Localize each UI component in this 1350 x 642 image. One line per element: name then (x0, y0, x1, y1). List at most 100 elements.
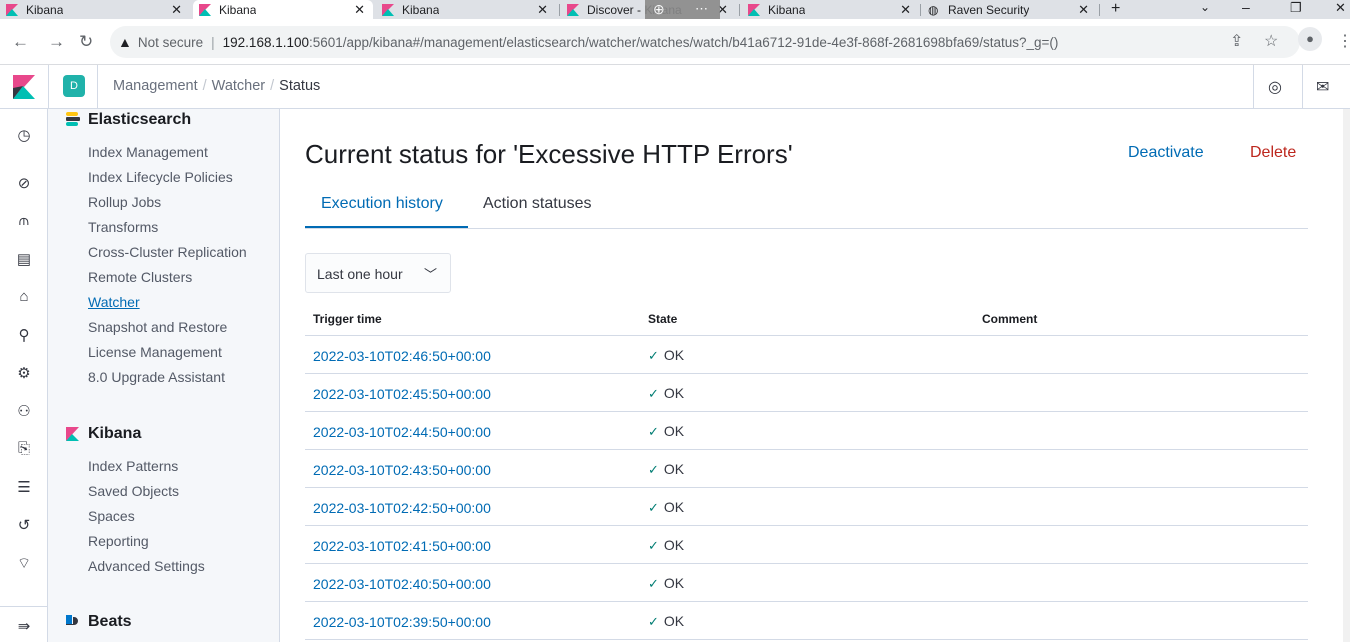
sidebar-item-reporting[interactable]: Reporting (88, 533, 149, 549)
apm-icon[interactable]: ☰ (14, 478, 34, 496)
profile-avatar-icon[interactable]: ● (1298, 27, 1322, 51)
sidebar-item-saved-objects[interactable]: Saved Objects (88, 483, 179, 499)
sidebar-item-watcher[interactable]: Watcher (88, 294, 140, 310)
visualize-chart-icon[interactable]: ⫙ (14, 212, 34, 229)
dashboard-icon[interactable]: ▤ (14, 250, 34, 268)
kibana-logo-icon[interactable] (13, 75, 35, 99)
table-row: 2022-03-10T02:39:50+00:00 ✓ OK (305, 602, 1308, 640)
sidebar-item-upgrade-assistant[interactable]: 8.0 Upgrade Assistant (88, 369, 225, 385)
trigger-time-link[interactable]: 2022-03-10T02:40:50+00:00 (313, 576, 491, 592)
infrastructure-icon[interactable]: ⚇ (14, 402, 34, 420)
column-header-trigger-time[interactable]: Trigger time (313, 312, 382, 326)
space-avatar[interactable]: D (63, 75, 85, 97)
bookmark-star-icon[interactable]: ☆ (1264, 31, 1278, 51)
close-tab-icon[interactable]: ✕ (171, 2, 182, 18)
sidebar-item-index-lifecycle-policies[interactable]: Index Lifecycle Policies (88, 169, 233, 185)
close-tab-icon[interactable]: ✕ (900, 2, 911, 18)
header-divider (97, 65, 98, 109)
trigger-time-link[interactable]: 2022-03-10T02:46:50+00:00 (313, 348, 491, 364)
forward-icon[interactable]: → (48, 32, 65, 52)
close-window-icon[interactable]: ✕ (1335, 0, 1346, 16)
browser-tab[interactable]: Kibana ✕ (0, 0, 190, 19)
trigger-time-link[interactable]: 2022-03-10T02:43:50+00:00 (313, 462, 491, 478)
table-row: 2022-03-10T02:44:50+00:00 ✓ OK (305, 412, 1308, 450)
breadcrumb: Management / Watcher / Status (113, 78, 321, 94)
sidebar-item-advanced-settings[interactable]: Advanced Settings (88, 558, 205, 574)
trigger-time-link[interactable]: 2022-03-10T02:42:50+00:00 (313, 500, 491, 516)
minimize-icon[interactable]: – (1242, 0, 1250, 15)
url-divider: | (211, 34, 215, 50)
recently-viewed-clock-icon[interactable]: ◷ (14, 126, 34, 144)
kibana-favicon-icon (199, 3, 211, 16)
tab-search-icon[interactable]: ⌄ (1200, 0, 1210, 14)
more-icon: ⋯ (695, 1, 708, 16)
help-icon[interactable]: ◎ (1268, 77, 1282, 97)
share-icon[interactable]: ⇪ (1230, 31, 1243, 51)
sidebar-item-snapshot-and-restore[interactable]: Snapshot and Restore (88, 319, 227, 335)
discover-compass-icon[interactable]: ⊘ (14, 174, 34, 192)
state-value: OK (663, 385, 685, 401)
state-cell: ✓ OK (648, 461, 684, 478)
browser-tab-title: Kibana (768, 2, 806, 17)
collapse-nav-icon[interactable]: ⇛ (14, 617, 34, 635)
sidebar-item-index-patterns[interactable]: Index Patterns (88, 458, 178, 474)
breadcrumb-management[interactable]: Management (113, 78, 198, 94)
sidebar-item-transforms[interactable]: Transforms (88, 219, 158, 235)
time-range-select[interactable]: Last one hour ﹀ (305, 253, 451, 293)
sidebar-item-rollup-jobs[interactable]: Rollup Jobs (88, 194, 161, 210)
newsfeed-mail-icon[interactable]: ✉ (1316, 77, 1329, 97)
kibana-logo-icon (66, 427, 79, 441)
trigger-time-link[interactable]: 2022-03-10T02:45:50+00:00 (313, 386, 491, 402)
back-icon[interactable]: ← (12, 32, 29, 52)
logs-icon[interactable]: ⎘ (14, 440, 34, 457)
maps-icon[interactable]: ⚲ (14, 326, 34, 344)
tab-action-statuses[interactable]: Action statuses (483, 195, 592, 213)
machine-learning-icon[interactable]: ⚙ (14, 364, 34, 382)
canvas-icon[interactable]: ⌂ (14, 288, 34, 305)
browser-tab-strip: Kibana ✕ Kibana ✕ Kibana ✕ Discover - Ki… (0, 0, 1350, 26)
table-row: 2022-03-10T02:45:50+00:00 ✓ OK (305, 374, 1308, 412)
close-tab-icon[interactable]: ✕ (1078, 2, 1089, 18)
warning-icon: ▲ (118, 34, 132, 50)
trigger-time-link[interactable]: 2022-03-10T02:44:50+00:00 (313, 424, 491, 440)
delete-button[interactable]: Delete (1250, 144, 1296, 162)
uptime-icon[interactable]: ↺ (14, 516, 34, 534)
sidebar-item-remote-clusters[interactable]: Remote Clusters (88, 269, 192, 285)
trigger-time-link[interactable]: 2022-03-10T02:39:50+00:00 (313, 614, 491, 630)
browser-tab-active[interactable]: Kibana ✕ (193, 0, 373, 19)
deactivate-button[interactable]: Deactivate (1128, 144, 1204, 162)
close-tab-icon[interactable]: ✕ (354, 2, 365, 18)
check-icon: ✓ (648, 386, 659, 401)
siem-icon[interactable]: ⌔ (14, 554, 34, 573)
breadcrumb-watcher[interactable]: Watcher (212, 78, 265, 94)
trigger-time-link[interactable]: 2022-03-10T02:41:50+00:00 (313, 538, 491, 554)
restore-icon[interactable]: ❐ (1290, 0, 1302, 16)
sidebar-item-spaces[interactable]: Spaces (88, 508, 135, 524)
browser-tab[interactable]: Kibana ✕ (742, 0, 919, 19)
breadcrumb-current: Status (279, 78, 321, 94)
column-header-comment[interactable]: Comment (982, 312, 1037, 326)
state-cell: ✓ OK (648, 385, 684, 402)
kibana-favicon-icon (748, 3, 760, 16)
state-cell: ✓ OK (648, 499, 684, 516)
header-divider (1302, 65, 1303, 109)
reload-icon[interactable]: ↻ (79, 32, 93, 52)
browser-tab[interactable]: Kibana ✕ (376, 0, 556, 19)
page-scrollbar[interactable] (1343, 109, 1350, 642)
close-tab-icon[interactable]: ✕ (537, 2, 548, 18)
state-value: OK (663, 423, 685, 439)
column-header-state[interactable]: State (648, 312, 677, 326)
state-value: OK (663, 499, 685, 515)
url-bar[interactable]: ▲ Not secure | 192.168.1.100 :5601/app/k… (110, 26, 1300, 58)
state-value: OK (663, 613, 685, 629)
sidebar-item-cross-cluster-replication[interactable]: Cross-Cluster Replication (88, 244, 247, 260)
sidebar-item-license-management[interactable]: License Management (88, 344, 222, 360)
page-title: Current status for 'Excessive HTTP Error… (305, 139, 793, 169)
sidebar-item-index-management[interactable]: Index Management (88, 144, 208, 160)
security-label[interactable]: Not secure (138, 35, 203, 50)
tab-execution-history[interactable]: Execution history (321, 195, 443, 213)
new-tab-icon[interactable]: + (1111, 0, 1120, 18)
state-cell: ✓ OK (648, 347, 684, 364)
browser-menu-icon[interactable]: ⋮ (1337, 31, 1350, 51)
browser-tab[interactable]: ◍ Raven Security ✕ (922, 0, 1097, 19)
